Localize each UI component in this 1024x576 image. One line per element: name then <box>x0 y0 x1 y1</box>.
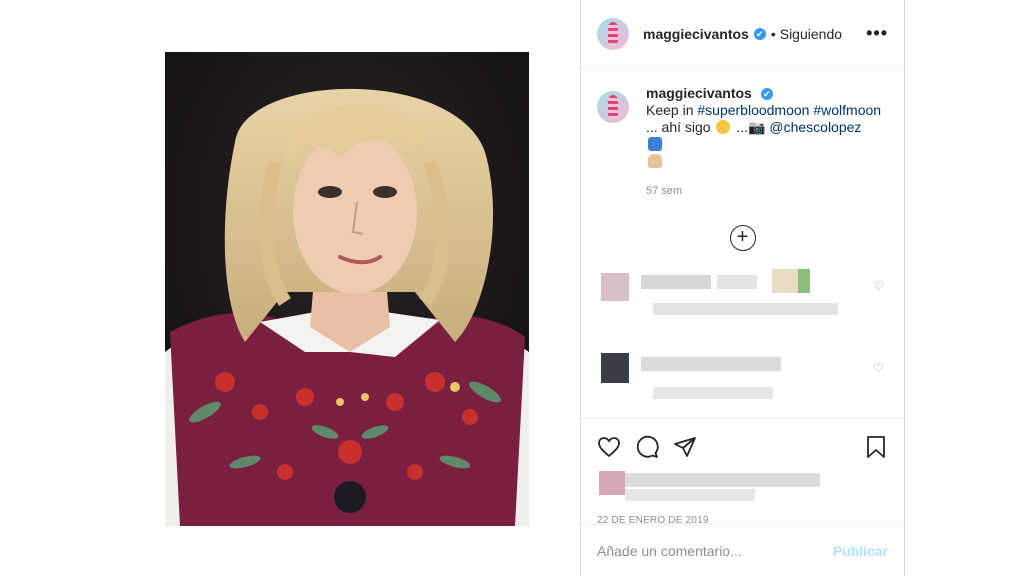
caption-username[interactable]: maggiecivantos <box>646 85 752 101</box>
like-heart-icon[interactable] <box>597 435 621 459</box>
blurred-comment: ♡ <box>597 347 888 415</box>
verified-icon: ✔ <box>760 88 773 100</box>
like-comment-icon[interactable]: ♡ <box>873 279 884 293</box>
action-icons <box>597 427 888 467</box>
blurred-text <box>653 387 773 399</box>
up-arrow-emoji-icon <box>648 137 662 151</box>
post-actions: 22 DE ENERO DE 2019 <box>581 418 904 526</box>
hashtag-link[interactable]: #superbloodmoon <box>697 102 809 118</box>
media-area <box>0 0 580 576</box>
caption-text: ...📷 <box>736 119 766 135</box>
comment-input[interactable] <box>597 542 833 559</box>
publish-button[interactable]: Publicar <box>833 543 888 559</box>
blurred-text <box>653 303 838 315</box>
more-options-icon[interactable]: ••• <box>866 23 888 44</box>
bookmark-save-icon[interactable] <box>864 435 888 459</box>
caption-body: maggiecivantos ✔ Keep in #superbloodmoon… <box>646 85 882 200</box>
load-more-comments-button[interactable]: + <box>729 225 756 251</box>
comments-area: maggiecivantos ✔ Keep in #superbloodmoon… <box>581 69 904 418</box>
caption-text: ... ahí sigo <box>646 119 711 135</box>
mention-link[interactable]: @chescolopez <box>769 119 861 135</box>
avatar[interactable] <box>597 17 629 50</box>
following-button[interactable]: Siguiendo <box>780 26 842 42</box>
separator-dot: • <box>770 25 776 42</box>
blurred-comment: ♡ <box>597 265 888 333</box>
blurred-text <box>641 275 711 289</box>
caption-text: Keep in <box>646 102 694 118</box>
like-comment-icon[interactable]: ♡ <box>873 361 884 375</box>
post-caption: maggiecivantos ✔ Keep in #superbloodmoon… <box>597 85 888 200</box>
blurred-likes-summary <box>597 469 888 509</box>
portrait-illustration <box>165 52 529 526</box>
hashtag-link[interactable]: #wolfmoon <box>813 102 881 118</box>
add-comment-bar: Publicar <box>581 524 904 576</box>
post-photo[interactable] <box>165 52 529 526</box>
share-send-icon[interactable] <box>673 435 697 459</box>
grinning-emoji-icon <box>716 120 731 134</box>
post-side-panel: maggiecivantos ✔ • Siguiendo ••• maggiec… <box>580 0 905 576</box>
header-username[interactable]: maggiecivantos <box>643 26 749 42</box>
blurred-text <box>625 473 820 487</box>
blurred-text <box>625 489 755 501</box>
instagram-post-modal: maggiecivantos ✔ • Siguiendo ••• maggiec… <box>0 0 1024 576</box>
praying-hands-emoji-icon <box>648 154 662 168</box>
comment-bubble-icon[interactable] <box>635 435 659 459</box>
caption-timestamp: 57 sem <box>646 185 683 197</box>
blurred-avatar <box>599 471 625 495</box>
post-header: maggiecivantos ✔ • Siguiendo ••• <box>581 0 904 68</box>
blurred-avatar <box>601 353 629 383</box>
verified-icon: ✔ <box>753 27 766 40</box>
blurred-emoji <box>798 269 810 293</box>
blurred-avatar <box>601 273 629 301</box>
blurred-text <box>717 275 757 289</box>
caption-avatar[interactable] <box>597 91 629 123</box>
blurred-emoji <box>772 269 798 293</box>
blurred-text <box>641 357 781 371</box>
